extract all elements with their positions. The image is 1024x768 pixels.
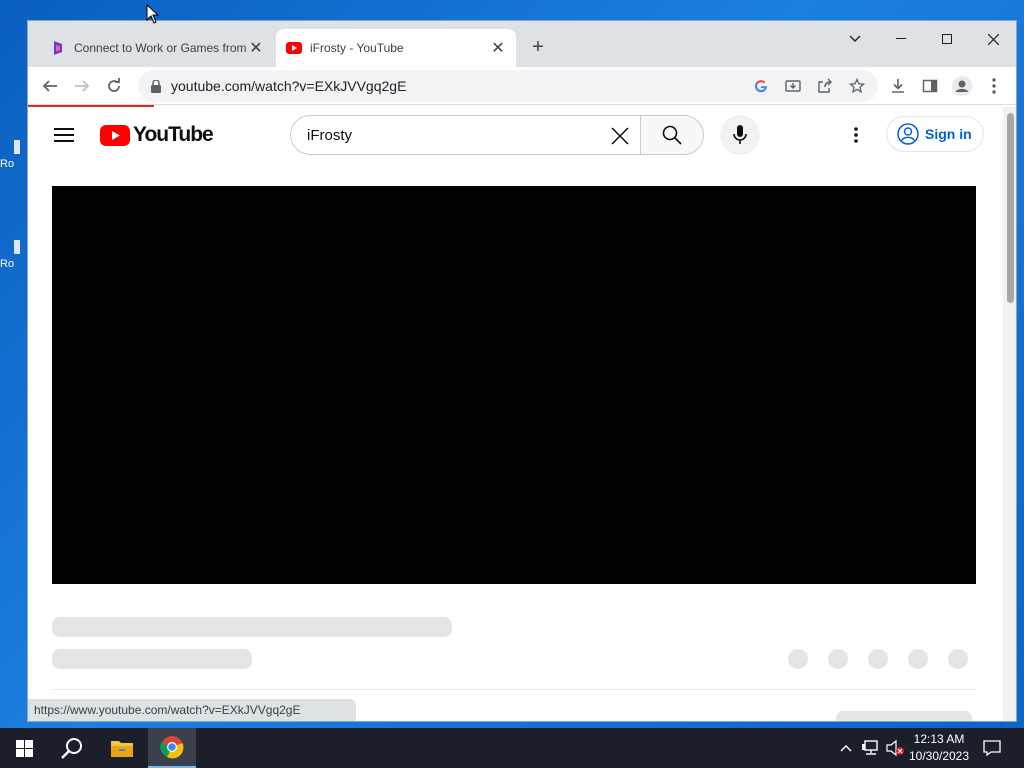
volume-muted-icon[interactable] [884,728,906,768]
clock-time: 12:13 AM [913,732,965,746]
action-placeholder [868,649,888,669]
downloads-icon[interactable] [884,72,912,100]
desktop-icon-label: Ro [0,258,15,270]
network-icon[interactable] [860,728,882,768]
video-title-placeholder [52,617,452,637]
close-window-button[interactable] [970,25,1016,53]
clear-search-icon[interactable] [608,124,632,148]
description-placeholder [836,711,972,721]
search-button[interactable] [640,115,704,155]
taskbar: 12:13 AM 10/30/2023 [0,728,1024,768]
search-input[interactable]: iFrosty [290,115,640,155]
video-player[interactable] [52,186,976,584]
tab-connect[interactable]: Connect to Work or Games from ✕ [38,29,274,67]
action-placeholder [908,649,928,669]
show-hidden-icons-chevron-icon[interactable] [836,728,856,768]
more-options-icon[interactable] [844,123,868,147]
parsec-logo-icon [50,40,66,56]
youtube-logo[interactable]: YouTube [100,123,214,147]
back-arrow-icon[interactable] [36,72,64,100]
sign-in-label: Sign in [925,126,972,142]
youtube-favicon-icon [286,40,302,56]
youtube-header: YouTube iFrosty Sign in [28,107,1003,163]
tab-title: Connect to Work or Games from [74,41,246,55]
tab-youtube[interactable]: iFrosty - YouTube ✕ [276,29,516,67]
file-explorer-icon[interactable] [98,728,146,768]
google-translate-icon[interactable] [750,75,772,97]
tab-bar: Connect to Work or Games from ✕ iFrosty … [28,21,1016,67]
link-status-bar: https://www.youtube.com/watch?v=EXkJVVgq… [28,699,356,721]
action-placeholder [948,649,968,669]
reload-icon[interactable] [100,72,128,100]
browser-window: Connect to Work or Games from ✕ iFrosty … [27,20,1017,722]
page-scrollbar[interactable] [1003,107,1016,721]
action-placeholder [828,649,848,669]
share-icon[interactable] [814,75,836,97]
tab-search-chevron-icon[interactable] [832,25,878,53]
forward-arrow-icon[interactable] [68,72,96,100]
tab-title: iFrosty - YouTube [310,41,404,55]
minimize-button[interactable] [878,25,924,53]
youtube-play-icon [100,124,130,146]
url-text: youtube.com/watch?v=EXkJVVgq2gE [171,78,407,94]
install-app-icon[interactable] [782,75,804,97]
lock-icon[interactable] [148,78,164,94]
desktop-icon[interactable] [14,240,20,254]
mouse-cursor-icon [146,4,160,24]
tab-close-icon[interactable]: ✕ [488,38,508,58]
voice-search-button[interactable] [720,115,760,155]
microphone-icon [733,125,747,144]
hamburger-menu-icon[interactable] [52,123,76,147]
windows-logo-icon [15,739,33,757]
maximize-button[interactable] [924,25,970,53]
address-bar[interactable]: youtube.com/watch?v=EXkJVVgq2gE [138,70,878,102]
account-circle-icon [897,123,919,145]
search-query-text: iFrosty [307,127,352,144]
bookmark-star-icon[interactable] [846,75,868,97]
chrome-taskbar-icon[interactable] [148,728,196,768]
desktop-icon[interactable] [14,140,20,154]
tab-close-icon[interactable]: ✕ [246,38,266,58]
desktop-icon-label: Ro [0,158,15,170]
new-tab-button[interactable]: + [526,35,550,59]
taskbar-search-icon[interactable] [48,728,96,768]
youtube-logo-text: YouTube [133,123,214,146]
channel-info-placeholder [52,649,252,669]
taskbar-clock[interactable]: 12:13 AM 10/30/2023 [904,731,974,765]
content-divider [52,689,976,690]
browser-toolbar: youtube.com/watch?v=EXkJVVgq2gE [28,67,1016,105]
side-panel-icon[interactable] [916,72,944,100]
scrollbar-thumb[interactable] [1007,113,1014,303]
profile-avatar-icon[interactable] [948,72,976,100]
notifications-icon[interactable] [978,728,1006,768]
search-icon [662,125,682,145]
clock-date: 10/30/2023 [908,749,970,763]
browser-menu-icon[interactable] [980,72,1008,100]
sign-in-button[interactable]: Sign in [886,116,984,152]
start-button[interactable] [0,728,48,768]
action-placeholder [788,649,808,669]
